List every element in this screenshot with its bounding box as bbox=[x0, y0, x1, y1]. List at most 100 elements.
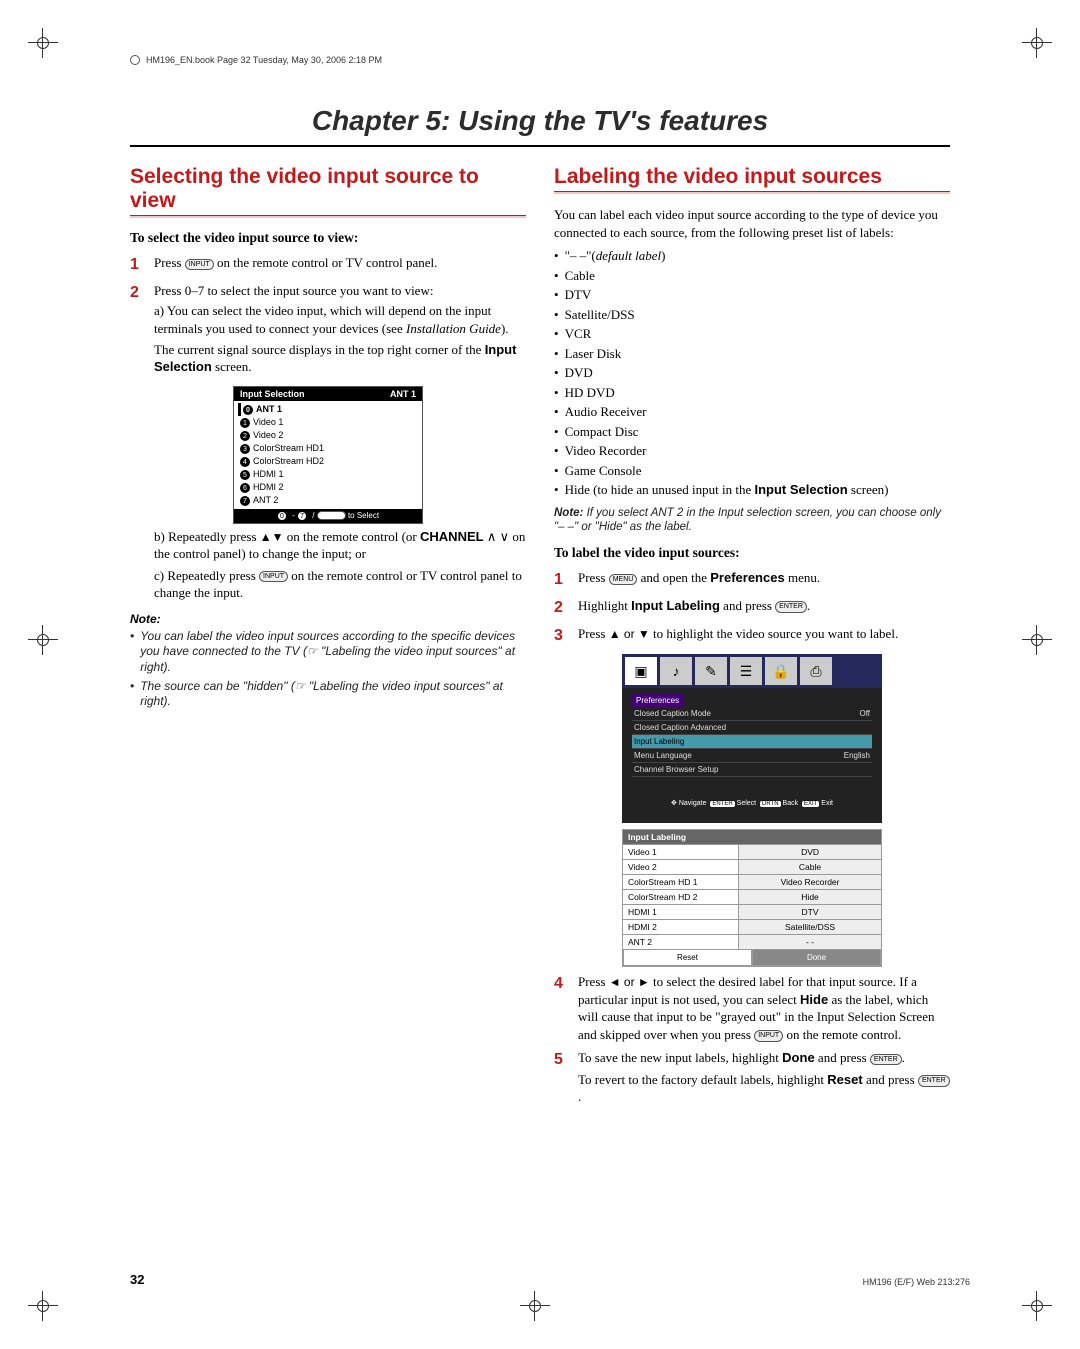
text: to Select bbox=[346, 511, 379, 520]
il-right: DVD bbox=[739, 845, 881, 859]
label-text: Game Console bbox=[565, 461, 642, 481]
tab-lock-icon: 🔒 bbox=[765, 657, 797, 685]
input-keycap: INPUT bbox=[754, 1030, 783, 1041]
note-header: Note: bbox=[130, 612, 526, 626]
il-right: - - bbox=[739, 935, 881, 949]
text: and press bbox=[815, 1050, 870, 1065]
text: To revert to the factory default labels,… bbox=[578, 1072, 827, 1087]
is-item: 0ANT 1 bbox=[238, 403, 418, 416]
prefs-row: Closed Caption Advanced bbox=[632, 721, 872, 735]
arrow-icon: ∧ ∨ bbox=[484, 529, 513, 544]
label-text: VCR bbox=[565, 324, 592, 344]
text: Press bbox=[578, 570, 609, 585]
done-button: Done bbox=[752, 949, 881, 966]
step-number: 1 bbox=[130, 254, 144, 276]
reg-mark-tl bbox=[28, 28, 58, 58]
pf-label: Menu Language bbox=[634, 751, 692, 760]
step-number: 2 bbox=[554, 597, 568, 619]
is-title: Input Selection bbox=[240, 389, 305, 399]
right-intro: You can label each video input source ac… bbox=[554, 206, 950, 242]
il-right: DTV bbox=[739, 905, 881, 919]
label-item: Video Recorder bbox=[554, 441, 950, 461]
prefs-row: Channel Browser Setup bbox=[632, 763, 872, 777]
book-header-text: HM196_EN.book Page 32 Tuesday, May 30, 2… bbox=[146, 55, 382, 65]
pf-label: Closed Caption Mode bbox=[634, 709, 711, 718]
left-step-1: 1 Press INPUT on the remote control or T… bbox=[130, 254, 526, 276]
label-item: DTV bbox=[554, 285, 950, 305]
text: menu. bbox=[785, 570, 820, 585]
text: on the remote control. bbox=[783, 1027, 901, 1042]
arrow-icon: ▲▼ bbox=[260, 530, 284, 544]
note-text: You can label the video input sources ac… bbox=[140, 629, 526, 676]
label-item: DVD bbox=[554, 363, 950, 383]
label-text: Satellite/DSS bbox=[565, 305, 635, 325]
il-left: ColorStream HD 2 bbox=[623, 890, 739, 904]
text: ). bbox=[501, 321, 509, 336]
is-item: 7ANT 2 bbox=[238, 494, 418, 507]
text: Press bbox=[154, 255, 185, 270]
enter-keycap: ENTER bbox=[775, 601, 807, 612]
is-item-label: ANT 2 bbox=[253, 495, 278, 505]
menu-keycap: MENU bbox=[609, 574, 638, 585]
left-subtitle: To select the video input source to view… bbox=[130, 230, 526, 246]
il-right: Cable bbox=[739, 860, 881, 874]
il-right: Hide bbox=[739, 890, 881, 904]
prefs-title: Preferences bbox=[632, 694, 683, 707]
is-item: 3ColorStream HD1 bbox=[238, 442, 418, 455]
input-keycap: INPUT bbox=[185, 259, 214, 270]
il-right: Video Recorder bbox=[739, 875, 881, 889]
is-footer: 0 0 - 7 / - 7 / INPUT to Select bbox=[234, 509, 422, 523]
text-bold: Input Labeling bbox=[631, 598, 720, 613]
enter-keycap: ENTER bbox=[918, 1075, 950, 1086]
input-keycap: INPUT bbox=[317, 511, 346, 520]
right-step-3: 3 Press ▲ or ▼ to highlight the video so… bbox=[554, 625, 950, 647]
step-number: 3 bbox=[554, 625, 568, 647]
il-row: Video 2Cable bbox=[623, 859, 881, 874]
is-item: 6HDMI 2 bbox=[238, 481, 418, 494]
label-item: Audio Receiver bbox=[554, 402, 950, 422]
is-item-label: ANT 1 bbox=[256, 404, 282, 414]
is-item: 5HDMI 1 bbox=[238, 468, 418, 481]
text-bold: Done bbox=[782, 1050, 815, 1065]
il-row: ANT 2- - bbox=[623, 934, 881, 949]
prefs-row-highlight: Input Labeling bbox=[632, 735, 872, 749]
label-text: Audio Receiver bbox=[565, 402, 647, 422]
section-rule-left bbox=[130, 215, 526, 218]
label-text: Laser Disk bbox=[565, 344, 622, 364]
label-item: HD DVD bbox=[554, 383, 950, 403]
il-left: Video 2 bbox=[623, 860, 739, 874]
right-step-2: 2 Highlight Input Labeling and press ENT… bbox=[554, 597, 950, 619]
text: The current signal source displays in th… bbox=[154, 342, 485, 357]
reg-mark-tr bbox=[1022, 28, 1052, 58]
binder-icon bbox=[130, 55, 140, 65]
label-text: DVD bbox=[565, 363, 593, 383]
text: Press bbox=[578, 626, 609, 641]
pf-label: Input Labeling bbox=[634, 737, 684, 746]
section-title-left: Selecting the video input source to view bbox=[130, 165, 526, 213]
left-step-2b: b) Repeatedly press ▲▼ on the remote con… bbox=[154, 528, 526, 563]
label-item: Hide (to hide an unused input in the Inp… bbox=[554, 480, 950, 500]
left-column: Selecting the video input source to view… bbox=[130, 165, 526, 1112]
label-item: "– –"(default label) bbox=[554, 246, 950, 266]
text: Hide (to hide an unused input in the bbox=[565, 482, 755, 497]
label-item: Satellite/DSS bbox=[554, 305, 950, 325]
note-text: If you select ANT 2 in the Input selecti… bbox=[554, 507, 941, 534]
text: To save the new input labels, highlight bbox=[578, 1050, 782, 1065]
text-bold: Preferences bbox=[710, 570, 784, 585]
text-bold: Reset bbox=[827, 1072, 862, 1087]
label-item: Game Console bbox=[554, 461, 950, 481]
text: and open the bbox=[637, 570, 710, 585]
tab-picture-icon: ▣ bbox=[625, 657, 657, 685]
text: Press bbox=[578, 974, 609, 989]
prefs-row: Closed Caption ModeOff bbox=[632, 707, 872, 721]
text-bold: Hide bbox=[800, 992, 828, 1007]
il-footer: Reset Done bbox=[623, 949, 881, 966]
il-row: HDMI 1DTV bbox=[623, 904, 881, 919]
label-text: Compact Disc bbox=[565, 422, 639, 442]
left-step-2c: c) Repeatedly press INPUT on the remote … bbox=[154, 567, 526, 602]
tab-audio-icon: ♪ bbox=[660, 657, 692, 685]
label-item: VCR bbox=[554, 324, 950, 344]
enter-keycap: ENTER bbox=[870, 1054, 902, 1065]
prefs-row: Menu LanguageEnglish bbox=[632, 749, 872, 763]
page-content: HM196_EN.book Page 32 Tuesday, May 30, 2… bbox=[130, 55, 950, 1112]
